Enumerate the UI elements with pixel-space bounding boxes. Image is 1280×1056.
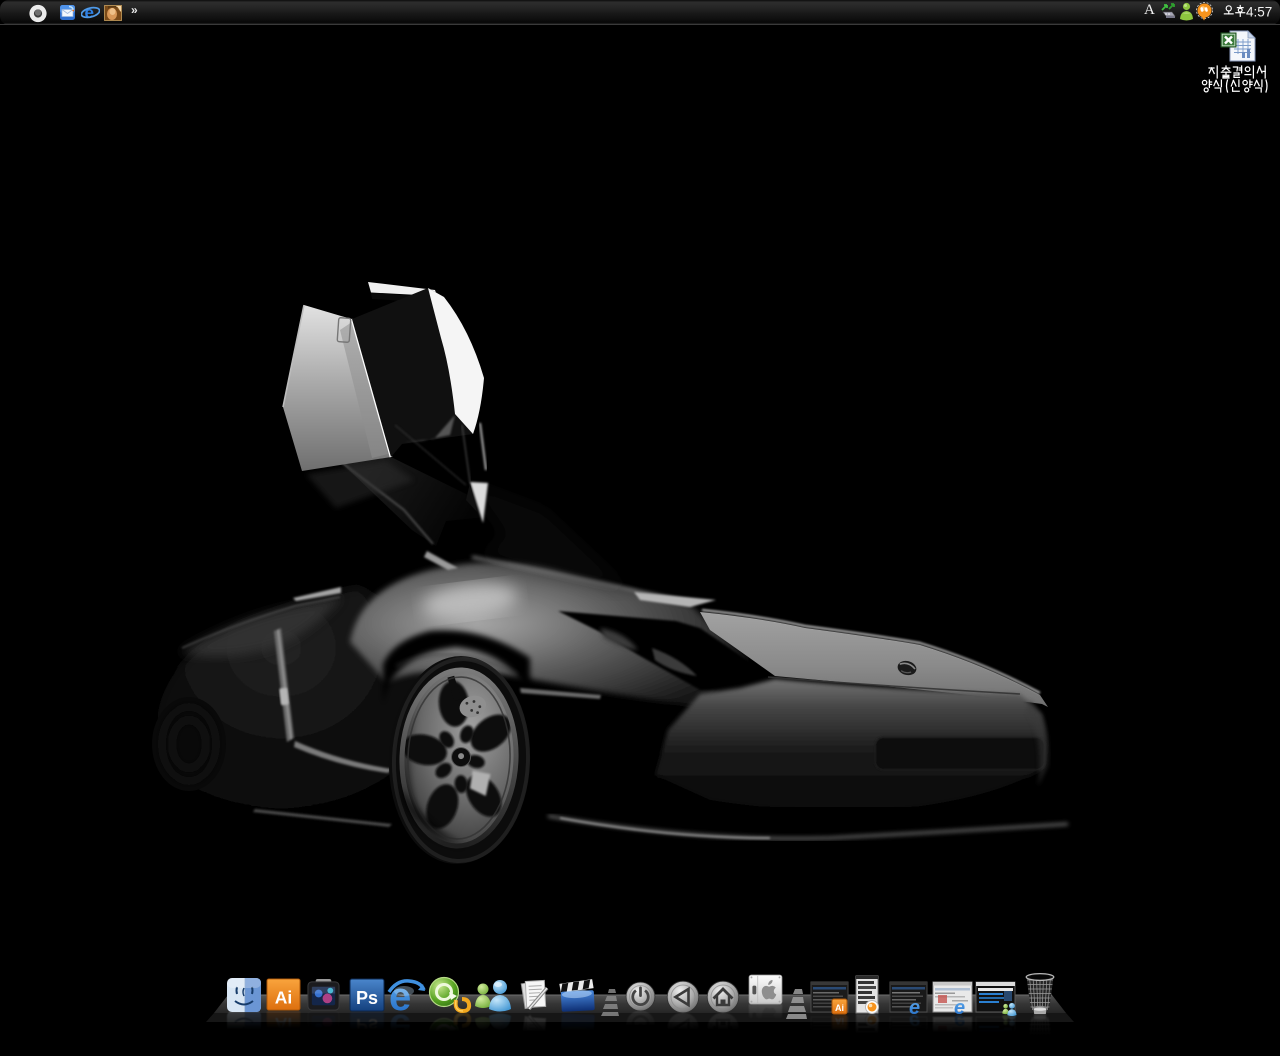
svg-text:e: e xyxy=(85,3,94,22)
svg-text:4:57: 4:57 xyxy=(1246,5,1272,20)
